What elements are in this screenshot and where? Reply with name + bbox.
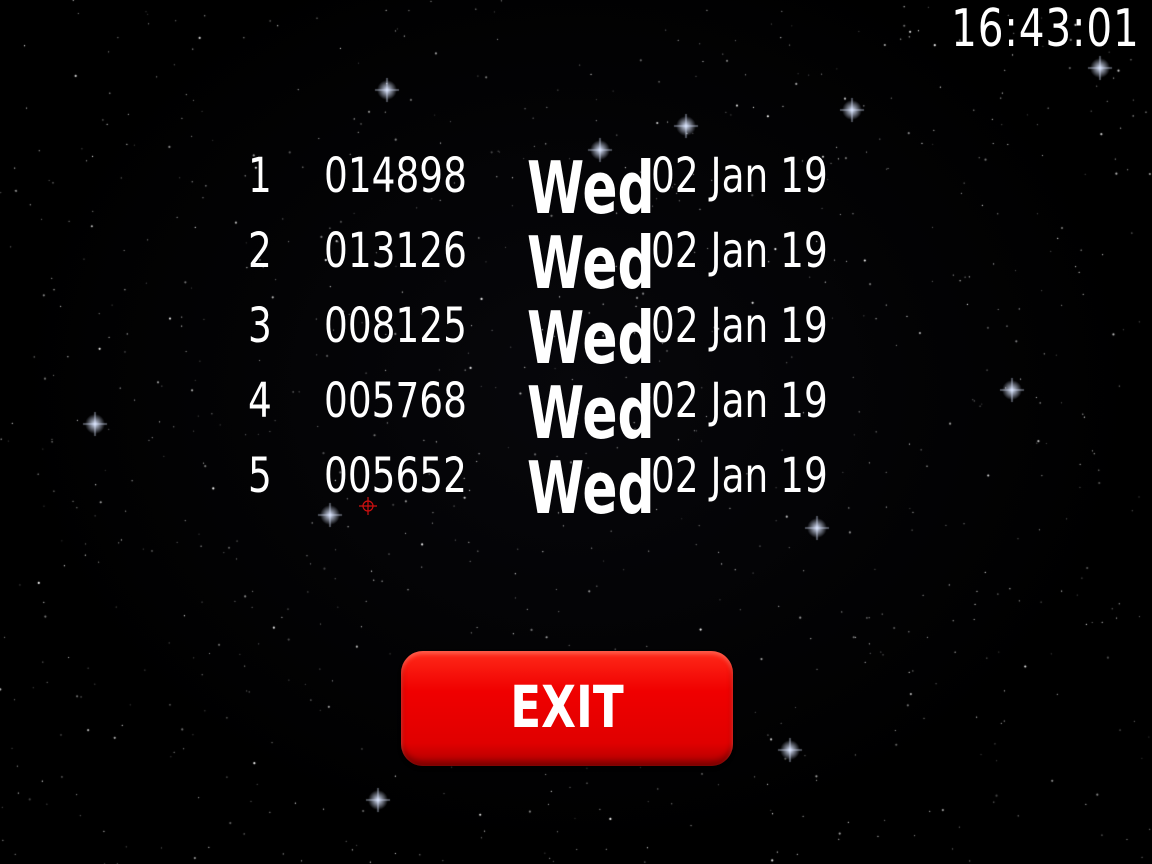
score-row: 5 005652 Wed 02 Jan 19 xyxy=(0,446,1152,530)
rank: 2 xyxy=(248,223,272,279)
date: 02 Jan 19 xyxy=(651,448,828,504)
score: 013126 xyxy=(324,223,467,279)
day: Wed xyxy=(527,371,655,455)
date: 02 Jan 19 xyxy=(651,298,828,354)
day: Wed xyxy=(527,296,655,380)
score-row: 2 013126 Wed 02 Jan 19 xyxy=(0,221,1152,305)
date: 02 Jan 19 xyxy=(651,223,828,279)
score-row: 1 014898 Wed 02 Jan 19 xyxy=(0,146,1152,230)
crosshair-icon xyxy=(359,497,377,515)
score: 005768 xyxy=(324,373,467,429)
exit-button[interactable]: EXIT xyxy=(401,651,733,766)
rank: 1 xyxy=(248,148,272,204)
rank: 5 xyxy=(248,448,272,504)
date: 02 Jan 19 xyxy=(651,373,828,429)
score: 014898 xyxy=(324,148,467,204)
day: Wed xyxy=(527,446,655,530)
score: 005652 xyxy=(324,448,467,504)
day: Wed xyxy=(527,146,655,230)
score-row: 4 005768 Wed 02 Jan 19 xyxy=(0,371,1152,455)
day: Wed xyxy=(527,221,655,305)
rank: 3 xyxy=(248,298,272,354)
exit-button-label: EXIT xyxy=(510,673,624,741)
date: 02 Jan 19 xyxy=(651,148,828,204)
score-row: 3 008125 Wed 02 Jan 19 xyxy=(0,296,1152,380)
rank: 4 xyxy=(248,373,272,429)
high-score-screen: 16:43:01 1 014898 Wed 02 Jan 19 2 013126… xyxy=(0,0,1152,864)
score: 008125 xyxy=(324,298,467,354)
